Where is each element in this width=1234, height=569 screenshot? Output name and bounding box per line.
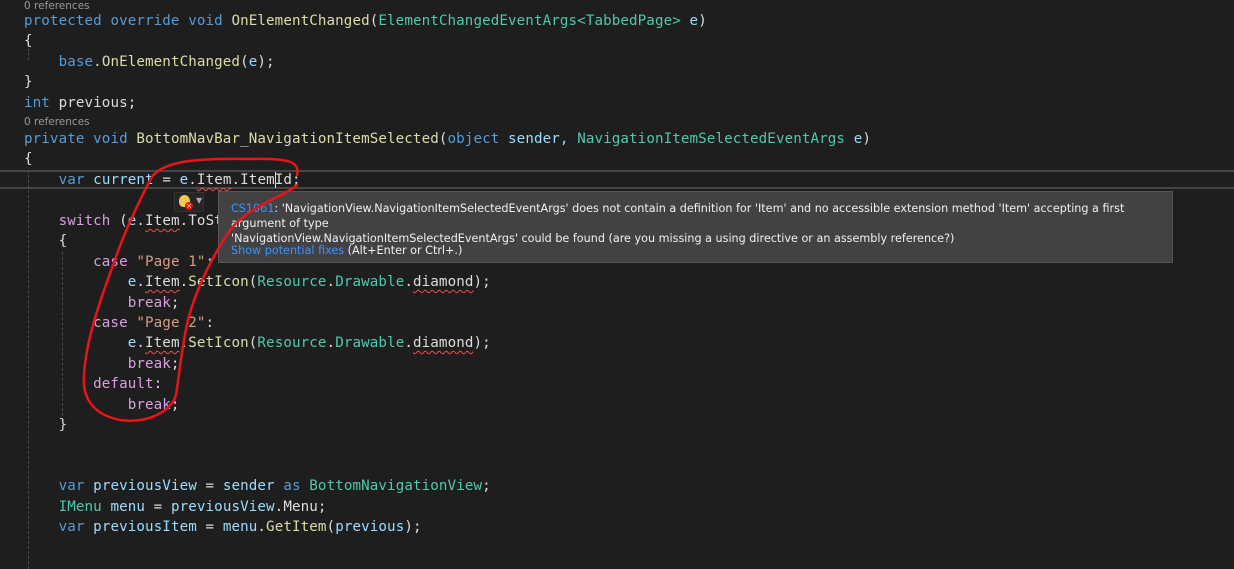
error-code-link[interactable]: CS1061 — [231, 202, 274, 215]
method-name: OnElementChanged — [101, 54, 241, 70]
code-line-6: private void BottomNavBar_NavigationItem… — [24, 131, 872, 147]
param-name: e — [689, 13, 699, 29]
method-name: GetItem — [266, 519, 327, 535]
code-line-10: { — [58, 233, 68, 249]
error-message: CS1061: 'NavigationView.NavigationItemSe… — [231, 201, 1164, 246]
code-line-16: break; — [127, 356, 180, 372]
string-literal: "Page 2" — [136, 315, 206, 331]
keyword: void — [93, 131, 128, 147]
keyword: case — [93, 254, 128, 270]
keyword: void — [188, 13, 223, 29]
code-editor[interactable]: 0 references protected override void OnE… — [0, 0, 1234, 569]
error-badge-icon: × — [185, 202, 193, 210]
code-line-17: default: — [93, 376, 163, 392]
chevron-down-icon: ▼ — [196, 196, 203, 205]
method-name: OnElementChanged — [231, 13, 370, 29]
param-name: e — [248, 54, 258, 70]
code-line-22: var previousItem = menu.GetItem(previous… — [58, 519, 422, 535]
codelens-references[interactable]: 0 references — [24, 116, 90, 128]
identifier: Menu — [283, 499, 318, 515]
code-line-8: var current = e.Item.ItemId; — [58, 172, 301, 188]
param-name: sender, — [508, 131, 569, 147]
keyword: var — [58, 172, 85, 188]
error-squiggle[interactable]: Item — [197, 172, 232, 188]
param-name: e — [127, 213, 137, 229]
type-name: TabbedPage — [585, 13, 673, 29]
error-squiggle[interactable]: Item — [145, 335, 180, 351]
param-name: e — [127, 335, 137, 351]
code-line-20: var previousView = sender as BottomNavig… — [58, 478, 491, 494]
code-line-2: { — [24, 33, 33, 49]
keyword: break — [127, 295, 171, 311]
code-line-3: base.OnElementChanged(e); — [58, 54, 275, 70]
param-name: e — [127, 274, 137, 290]
identifier: previousView — [93, 478, 197, 494]
keyword: protected — [24, 13, 102, 29]
code-line-11: case "Page 1": — [93, 254, 215, 270]
error-tooltip: CS1061: 'NavigationView.NavigationItemSe… — [218, 191, 1173, 263]
param-name: e — [853, 131, 863, 147]
type-name: Drawable — [335, 335, 405, 351]
keyword: object — [447, 131, 500, 147]
identifier: current — [93, 172, 154, 188]
type-name: Resource — [257, 335, 327, 351]
keyword: var — [58, 519, 85, 535]
quick-actions-button[interactable]: × ▼ — [174, 192, 204, 212]
identifier: menu — [222, 519, 258, 535]
type-name: IMenu — [58, 499, 102, 515]
code-line-14: case "Page 2": — [93, 315, 215, 331]
error-squiggle[interactable]: Item — [145, 213, 180, 229]
text-caret — [275, 172, 276, 188]
method-name: SetIcon — [188, 335, 249, 351]
code-line-7: { — [24, 151, 33, 167]
param-name: sender — [222, 478, 275, 494]
method-name: SetIcon — [188, 274, 249, 290]
shortcut-hint: (Alt+Enter or Ctrl+.) — [344, 244, 463, 257]
keyword: switch — [58, 213, 111, 229]
method-name: BottomNavBar_NavigationItemSelected — [136, 131, 439, 147]
potential-fixes: Show potential fixes (Alt+Enter or Ctrl+… — [231, 243, 462, 258]
error-squiggle[interactable]: diamond — [413, 274, 474, 290]
identifier: ItemId — [240, 172, 293, 188]
type-name: NavigationItemSelectedEventArgs — [577, 131, 846, 147]
identifier: menu — [110, 499, 146, 515]
keyword: override — [110, 13, 180, 29]
identifier: previousView — [170, 499, 275, 515]
error-message-line: : 'NavigationView.NavigationItemSelected… — [231, 202, 1125, 230]
type-name: Drawable — [335, 274, 405, 290]
keyword: var — [58, 478, 85, 494]
keyword: base — [58, 54, 94, 70]
show-potential-fixes-link[interactable]: Show potential fixes — [231, 244, 344, 257]
string-literal: "Page 1" — [136, 254, 206, 270]
error-squiggle[interactable]: Item — [145, 274, 180, 290]
code-line-1: protected override void OnElementChanged… — [24, 13, 707, 29]
type-name: Resource — [257, 274, 327, 290]
identifier: previous; — [58, 95, 137, 111]
type-name: ElementChangedEventArgs — [378, 13, 578, 29]
code-line-13: break; — [127, 295, 180, 311]
code-line-9: switch (e.Item.ToSt — [58, 213, 223, 229]
code-line-18: break; — [127, 397, 180, 413]
code-line-5: int previous; — [24, 93, 136, 113]
identifier: previousItem — [93, 519, 197, 535]
code-line-21: IMenu menu = previousView.Menu; — [58, 499, 327, 515]
error-squiggle[interactable]: diamond — [413, 335, 474, 351]
keyword: case — [93, 315, 128, 331]
keyword: private — [24, 131, 85, 147]
code-line-15: e.Item.SetIcon(Resource.Drawable.diamond… — [127, 335, 491, 351]
keyword: break — [127, 356, 171, 372]
type-name: BottomNavigationView — [309, 478, 483, 494]
identifier: previous — [335, 519, 405, 535]
keyword: default — [93, 376, 154, 392]
keyword: as — [283, 478, 301, 494]
code-line-4: } — [24, 74, 33, 90]
code-line-19: } — [58, 417, 68, 433]
keyword: break — [127, 397, 171, 413]
code-line-12: e.Item.SetIcon(Resource.Drawable.diamond… — [127, 274, 491, 290]
param-name: e — [179, 172, 189, 188]
keyword: int — [24, 95, 50, 111]
